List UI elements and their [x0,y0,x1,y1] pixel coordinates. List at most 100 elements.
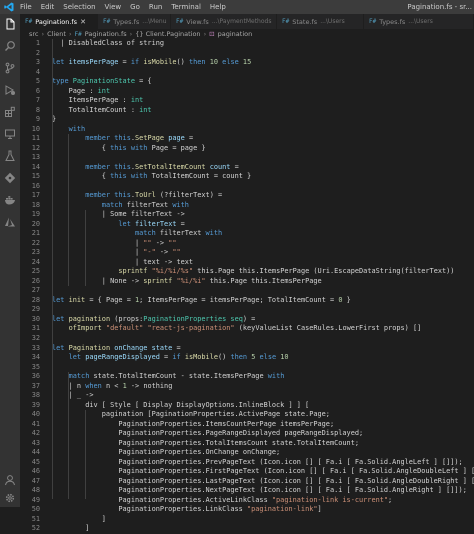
code-line[interactable]: { this with Page = page } [52,144,474,154]
code-line[interactable]: let init = { Page = 1; ItemsPerPage = it… [52,296,474,306]
code-line[interactable]: member this.SetPage page = [52,134,474,144]
code-line[interactable]: | "" -> "" [52,239,474,249]
code-line[interactable]: let filterText = [52,220,474,230]
code-token: let [52,343,69,352]
code-editor[interactable]: 1 2 3 4 5 6 7 8 9 10 11 12 13 14 15 16 17 18 19 20 21 22 23 24 2… [20,39,474,532]
source-control-icon[interactable] [4,62,16,74]
code-line[interactable]: match filterText with [52,201,474,211]
tab-types-fs-users[interactable]: F# Types.fs ...\Users [364,14,474,29]
line-number: 20 [31,219,40,228]
code-line[interactable]: let Pagination onChange state = [52,344,474,354]
account-icon[interactable] [4,474,16,486]
code-token: = { Page = [85,295,136,304]
breadcrumb-item[interactable]: src [29,30,39,38]
activity-bar [0,14,20,507]
code-line[interactable]: | "-" -> "" [52,248,474,258]
code-line[interactable]: ItemsPerPage : int [52,96,474,106]
code-line[interactable]: ] [52,515,474,525]
code-line[interactable]: PaginationProperties.NextPageText (Icon.… [52,486,474,496]
code-line[interactable]: PaginationProperties.ItemsCountPerPage i… [52,420,474,430]
testing-icon[interactable] [4,150,16,162]
code-line[interactable] [52,305,474,315]
code-line[interactable]: Page : int [52,87,474,97]
code-line[interactable]: | Some filterText -> [52,210,474,220]
code-line[interactable]: PaginationProperties.OnChange onChange; [52,448,474,458]
code-line[interactable]: { this with TotalItemCount = count } [52,172,474,182]
code-line[interactable]: PaginationProperties.TotalItemsCount sta… [52,439,474,449]
menu-edit[interactable]: Edit [41,3,55,11]
tab-label: View.fs [186,17,209,26]
code-line[interactable]: div [ Style [ Display DisplayOptions.Inl… [52,401,474,411]
code-line[interactable] [52,334,474,344]
code-line[interactable]: PaginationProperties.ActiveLinkClass "pa… [52,496,474,506]
code-line[interactable]: PaginationProperties.PrevPageText (Icon.… [52,458,474,468]
code-line[interactable]: | None -> sprintf "%i/%i" this.Page this… [52,277,474,287]
code-line[interactable]: | n when n < 1 -> nothing [52,382,474,392]
code-token: "" [168,238,177,247]
tab-state-fs[interactable]: F# State.fs ...\Users [277,14,364,29]
code-line[interactable]: } [52,115,474,125]
code-line[interactable]: match state.TotalItemCount - state.Items… [52,372,474,382]
remote-explorer-icon[interactable] [4,128,16,140]
menu-selection[interactable]: Selection [63,3,95,11]
line-number: 35 [31,362,40,371]
code-line[interactable]: PaginationProperties.PageRangeDisplayed … [52,429,474,439]
code-line[interactable]: with [52,125,474,135]
files-icon[interactable] [4,18,16,30]
code-line[interactable]: | DisabledClass of string [52,39,474,49]
code-line[interactable]: ofImport "default" "react-js-pagination"… [52,324,474,334]
code-line[interactable]: member this.SetTotalItemCount count = [52,163,474,173]
line-number: 22 [31,238,40,247]
code-line[interactable] [52,68,474,78]
code-line[interactable]: sprintf "%i/%i/%s" this.Page this.ItemsP… [52,267,474,277]
code-line[interactable] [52,286,474,296]
code-line[interactable]: let itemsPerPage = if isMobile() then 10… [52,58,474,68]
code-line[interactable]: | text -> text [52,258,474,268]
tab-types-fs-menu[interactable]: F# Types.fs ...\Menu [98,14,171,29]
menu-go[interactable]: Go [130,3,140,11]
code-line[interactable]: match filterText with [52,229,474,239]
azure-icon[interactable] [4,216,16,228]
code-line[interactable] [52,49,474,59]
line-number: 32 [31,333,40,342]
close-icon[interactable]: ✕ [80,18,86,26]
code-line[interactable]: let pagination (props:PaginationProperti… [52,315,474,325]
code-line[interactable]: let pageRangeDisplayed = if isMobile() t… [52,353,474,363]
breadcrumb-item[interactable]: {} Client.Pagination [135,30,200,38]
code-line[interactable] [52,182,474,192]
tab-pagination-fs[interactable]: F# Pagination.fs ✕ [20,14,98,29]
search-icon[interactable] [4,40,16,52]
docker-icon[interactable] [4,194,16,206]
code-line[interactable] [52,153,474,163]
code-line[interactable]: PaginationProperties.FirstPageText (Icon… [52,467,474,477]
line-number: 45 [31,457,40,466]
code-token: | [52,238,144,247]
code-line[interactable]: type PaginationState = { [52,77,474,87]
git-lens-icon[interactable] [4,172,16,184]
menu-terminal[interactable]: Terminal [171,3,201,11]
code-line[interactable]: | _ -> [52,391,474,401]
code-line[interactable]: TotalItemCount : int [52,106,474,116]
code-token: -> nothing [126,381,173,390]
code-line[interactable] [52,363,474,373]
extensions-icon[interactable] [4,106,16,118]
code-token: member [85,162,115,171]
menu-help[interactable]: Help [210,3,226,11]
code-line[interactable]: pagination [PaginationProperties.ActiveP… [52,410,474,420]
code-token: pageRangeDisplayed [85,353,160,362]
menu-file[interactable]: File [20,3,32,11]
tab-view-fs[interactable]: F# View.fs ...\PaymentMethods [171,14,277,29]
code-line[interactable]: member this.ToUrl (?filterText) = [52,191,474,201]
code-line[interactable]: PaginationProperties.LastPageText (Icon.… [52,477,474,487]
settings-gear-icon[interactable] [4,492,16,504]
code-token: type [52,77,73,86]
code-line[interactable]: ] [52,524,474,534]
breadcrumb-item[interactable]: Client [47,30,66,38]
breadcrumb-item[interactable]: Pagination.fs [85,30,127,38]
menu-run[interactable]: Run [149,3,162,11]
menu-view[interactable]: View [105,3,122,11]
breadcrumb-item[interactable]: pagination [218,30,253,38]
code-area[interactable]: | DisabledClass of string let itemsPerPag… [52,39,474,534]
fsharp-file-icon: F# [74,30,82,38]
run-debug-icon[interactable] [4,84,16,96]
